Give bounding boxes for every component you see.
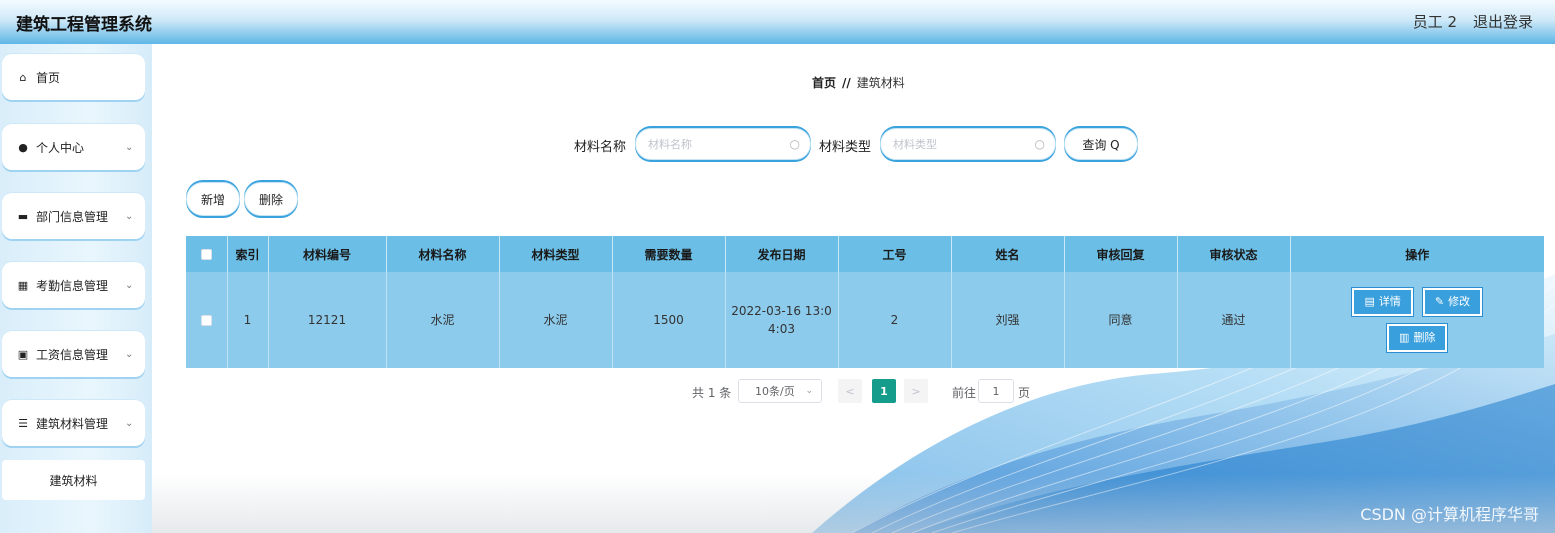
chevron-down-icon: ⌄	[805, 386, 813, 396]
current-user: 员工 2	[1412, 13, 1457, 31]
column-header: 审核状态	[1177, 236, 1291, 272]
sidebar-item-personal-center[interactable]: ● 个人中心 ⌄	[2, 124, 145, 170]
comment-icon: ▬	[17, 209, 29, 223]
breadcrumb: 首页 // 建筑材料	[812, 74, 905, 91]
search-icon: ○	[1034, 137, 1045, 151]
next-page-button[interactable]: >	[904, 379, 928, 403]
sidebar-item-materials[interactable]: ☰ 建筑材料管理 ⌄	[2, 400, 145, 446]
breadcrumb-home[interactable]: 首页	[812, 76, 836, 90]
column-header: 材料类型	[499, 236, 613, 272]
breadcrumb-current: 建筑材料	[856, 76, 905, 90]
column-header: 索引	[227, 236, 269, 272]
sidebar-item-home[interactable]: ⌂ 首页	[2, 54, 145, 100]
edit-button[interactable]: ✎ 修改	[1421, 287, 1484, 317]
column-header: 材料编号	[268, 236, 387, 272]
row-delete-label: 删除	[1413, 331, 1436, 344]
query-button[interactable]: 查询 Q	[1064, 128, 1138, 160]
search-icon: ○	[789, 137, 800, 151]
sidebar-item-salary[interactable]: ▣ 工资信息管理 ⌄	[2, 331, 145, 377]
sidebar-item-label: 个人中心	[36, 140, 85, 155]
bottom-shade	[152, 474, 1555, 533]
delete-button[interactable]: 删除	[244, 182, 298, 216]
home-icon: ⌂	[19, 70, 27, 84]
select-all-cell	[186, 236, 228, 272]
column-header: 姓名	[951, 236, 1065, 272]
sidebar: ⌂ 首页 ● 个人中心 ⌄ ▬ 部门信息管理 ⌄ ▦ 考勤信息管理 ⌄ ▣ 工资…	[0, 44, 152, 533]
user-icon: ●	[18, 140, 28, 154]
list-icon: ☰	[18, 416, 28, 430]
grid-icon: ▦	[17, 278, 29, 292]
sidebar-item-label: 考勤信息管理	[36, 278, 109, 293]
trash-icon: ▥	[1399, 331, 1410, 344]
detail-button[interactable]: ▤ 详情	[1351, 287, 1414, 317]
column-header: 审核回复	[1064, 236, 1178, 272]
column-header: 操作	[1290, 236, 1544, 272]
column-header: 工号	[838, 236, 952, 272]
clipboard-icon: ▣	[17, 347, 29, 361]
row-checkbox[interactable]	[200, 315, 212, 326]
column-header: 发布日期	[725, 236, 839, 272]
cell-quantity: 1500	[612, 272, 726, 368]
row-select-cell	[186, 272, 228, 368]
date-line: 2022-03-16 13:0	[731, 304, 832, 318]
cell-name: 水泥	[386, 272, 500, 368]
material-name-search-box[interactable]: ○	[635, 128, 811, 160]
pencil-icon: ✎	[1434, 295, 1445, 308]
cell-status: 通过	[1177, 272, 1291, 368]
cell-code: 12121	[268, 272, 387, 368]
sidebar-item-attendance[interactable]: ▦ 考勤信息管理 ⌄	[2, 262, 145, 308]
chevron-down-icon: ⌄	[125, 141, 134, 153]
add-button[interactable]: 新增	[186, 182, 240, 216]
material-type-search-box[interactable]: ○	[880, 128, 1056, 160]
column-header: 材料名称	[386, 236, 500, 272]
chevron-down-icon: ⌄	[125, 279, 134, 291]
cell-worker-id: 2	[838, 272, 952, 368]
materials-table: 索引 材料编号 材料名称 材料类型 需要数量 发布日期 工号 姓名 审核回复 审…	[186, 236, 1544, 368]
sidebar-item-label: 部门信息管理	[36, 209, 109, 224]
app-root: 建筑工程管理系统 员工 2 退出登录 ⌂ 首页 ● 个人中心 ⌄ ▬ 部门信息管…	[0, 0, 1555, 533]
page-unit-label: 页	[1018, 386, 1031, 400]
watermark: CSDN @计算机程序华哥	[1360, 505, 1539, 524]
cell-operations: ▤ 详情 ✎ 修改 ▥ 删除	[1290, 272, 1544, 368]
cell-date: 2022-03-16 13:0 4:03	[725, 272, 839, 368]
top-bar: 建筑工程管理系统 员工 2 退出登录	[0, 0, 1555, 44]
sidebar-item-label: 建筑材料管理	[36, 416, 109, 431]
goto-label: 前往	[952, 386, 977, 400]
sidebar-item-label: 工资信息管理	[36, 347, 109, 362]
page-size-select[interactable]: 10条/页 ⌄	[738, 379, 822, 403]
table-row: 1 12121 水泥 水泥 1500 2022-03-16 13:0 4:03 …	[186, 272, 1544, 368]
edit-label: 修改	[1448, 295, 1471, 308]
cell-type: 水泥	[499, 272, 613, 368]
sidebar-subitem-building-materials[interactable]: 建筑材料	[2, 460, 145, 500]
pagination-total: 共 1 条	[692, 386, 732, 400]
select-all-checkbox[interactable]	[200, 249, 212, 260]
chevron-down-icon: ⌄	[125, 348, 134, 360]
material-type-label: 材料类型	[819, 140, 872, 155]
material-name-input[interactable]	[648, 137, 788, 151]
page-size-value: 10条/页	[755, 385, 795, 398]
app-title: 建筑工程管理系统	[16, 15, 152, 35]
cell-person: 刘强	[951, 272, 1065, 368]
chevron-down-icon: ⌄	[125, 417, 134, 429]
cell-index: 1	[227, 272, 269, 368]
operation-buttons: ▤ 详情 ✎ 修改 ▥ 删除	[1337, 287, 1497, 353]
logout-link[interactable]: 退出登录	[1473, 11, 1533, 32]
current-page-button[interactable]: 1	[872, 379, 896, 403]
table-header-row: 索引 材料编号 材料名称 材料类型 需要数量 发布日期 工号 姓名 审核回复 审…	[186, 236, 1544, 272]
row-delete-button[interactable]: ▥ 删除	[1386, 323, 1449, 353]
goto-page-input[interactable]	[978, 379, 1014, 403]
material-type-input[interactable]	[893, 137, 1033, 151]
detail-label: 详情	[1378, 295, 1401, 308]
chevron-down-icon: ⌄	[125, 210, 134, 222]
sidebar-item-department[interactable]: ▬ 部门信息管理 ⌄	[2, 193, 145, 239]
main-content: 首页 // 建筑材料 材料名称 ○ 材料类型 ○ 查询 Q 新增 删除	[152, 44, 1555, 533]
column-header: 需要数量	[612, 236, 726, 272]
cell-reply: 同意	[1064, 272, 1178, 368]
breadcrumb-separator: //	[842, 76, 851, 90]
material-name-label: 材料名称	[574, 140, 627, 155]
date-line: 4:03	[768, 322, 795, 336]
prev-page-button[interactable]: <	[838, 379, 862, 403]
sidebar-item-label: 首页	[36, 70, 61, 85]
document-icon: ▤	[1364, 295, 1375, 308]
